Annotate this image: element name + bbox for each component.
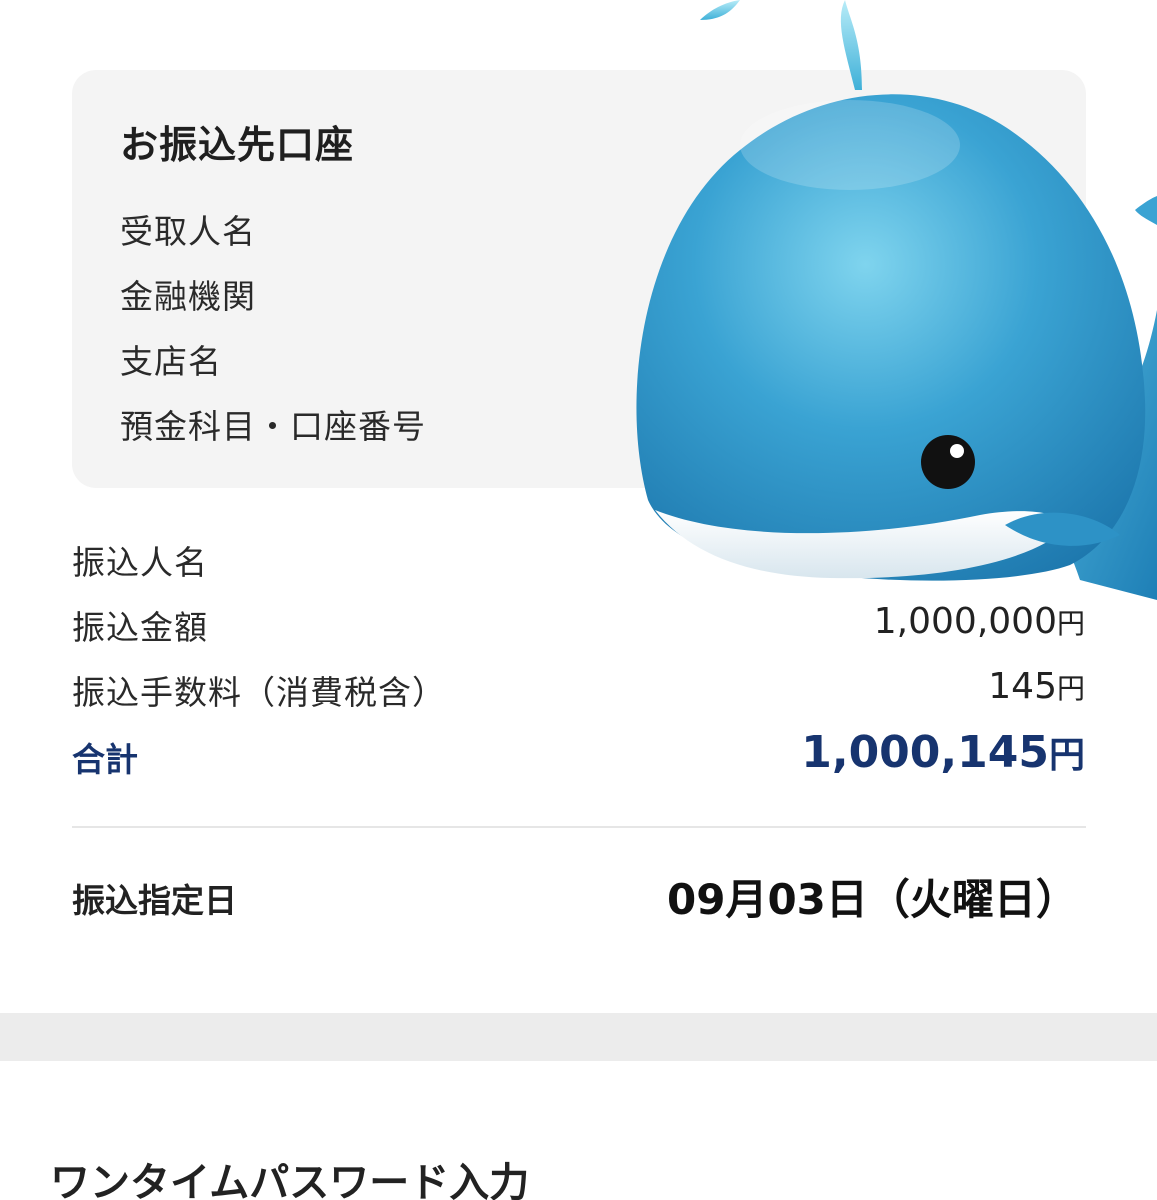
transfer-date-value: 09月03日（火曜日） [667,875,1078,924]
recipient-name-label: 受取人名 [120,212,256,251]
total-number: 1,000,145 [801,727,1049,778]
currency-unit: 円 [1056,607,1085,640]
payee-account-title: お振込先口座 [120,123,355,167]
transfer-amount-number: 1,000,000 [873,601,1057,642]
sender-name-label: 振込人名 [72,543,208,582]
transfer-fee-number: 145 [988,666,1057,707]
bank-name-label: 金融機関 [120,277,256,316]
transfer-date-label: 振込指定日 [72,881,237,920]
transfer-confirmation-screen: お振込先口座 受取人名 金融機関 支店名 預金科目・口座番号 振込人名 振込金額… [0,0,1157,1200]
branch-name-label: 支店名 [120,342,222,381]
transfer-fee-label: 振込手数料（消費税含） [72,673,446,712]
currency-unit: 円 [1048,735,1085,776]
section-separator-band [0,1013,1157,1061]
account-type-number-label: 預金科目・口座番号 [120,407,426,446]
one-time-password-title: ワンタイムパスワード入力 [50,1160,530,1200]
transfer-fee-value: 145円 [988,666,1085,707]
total-value: 1,000,145円 [801,726,1085,778]
total-label: 合計 [72,740,138,779]
currency-unit: 円 [1056,672,1085,705]
transfer-amount-label: 振込金額 [72,608,208,647]
section-divider [72,826,1086,828]
transfer-amount-value: 1,000,000円 [874,601,1085,642]
payee-account-card: お振込先口座 受取人名 金融機関 支店名 預金科目・口座番号 [72,70,1086,488]
